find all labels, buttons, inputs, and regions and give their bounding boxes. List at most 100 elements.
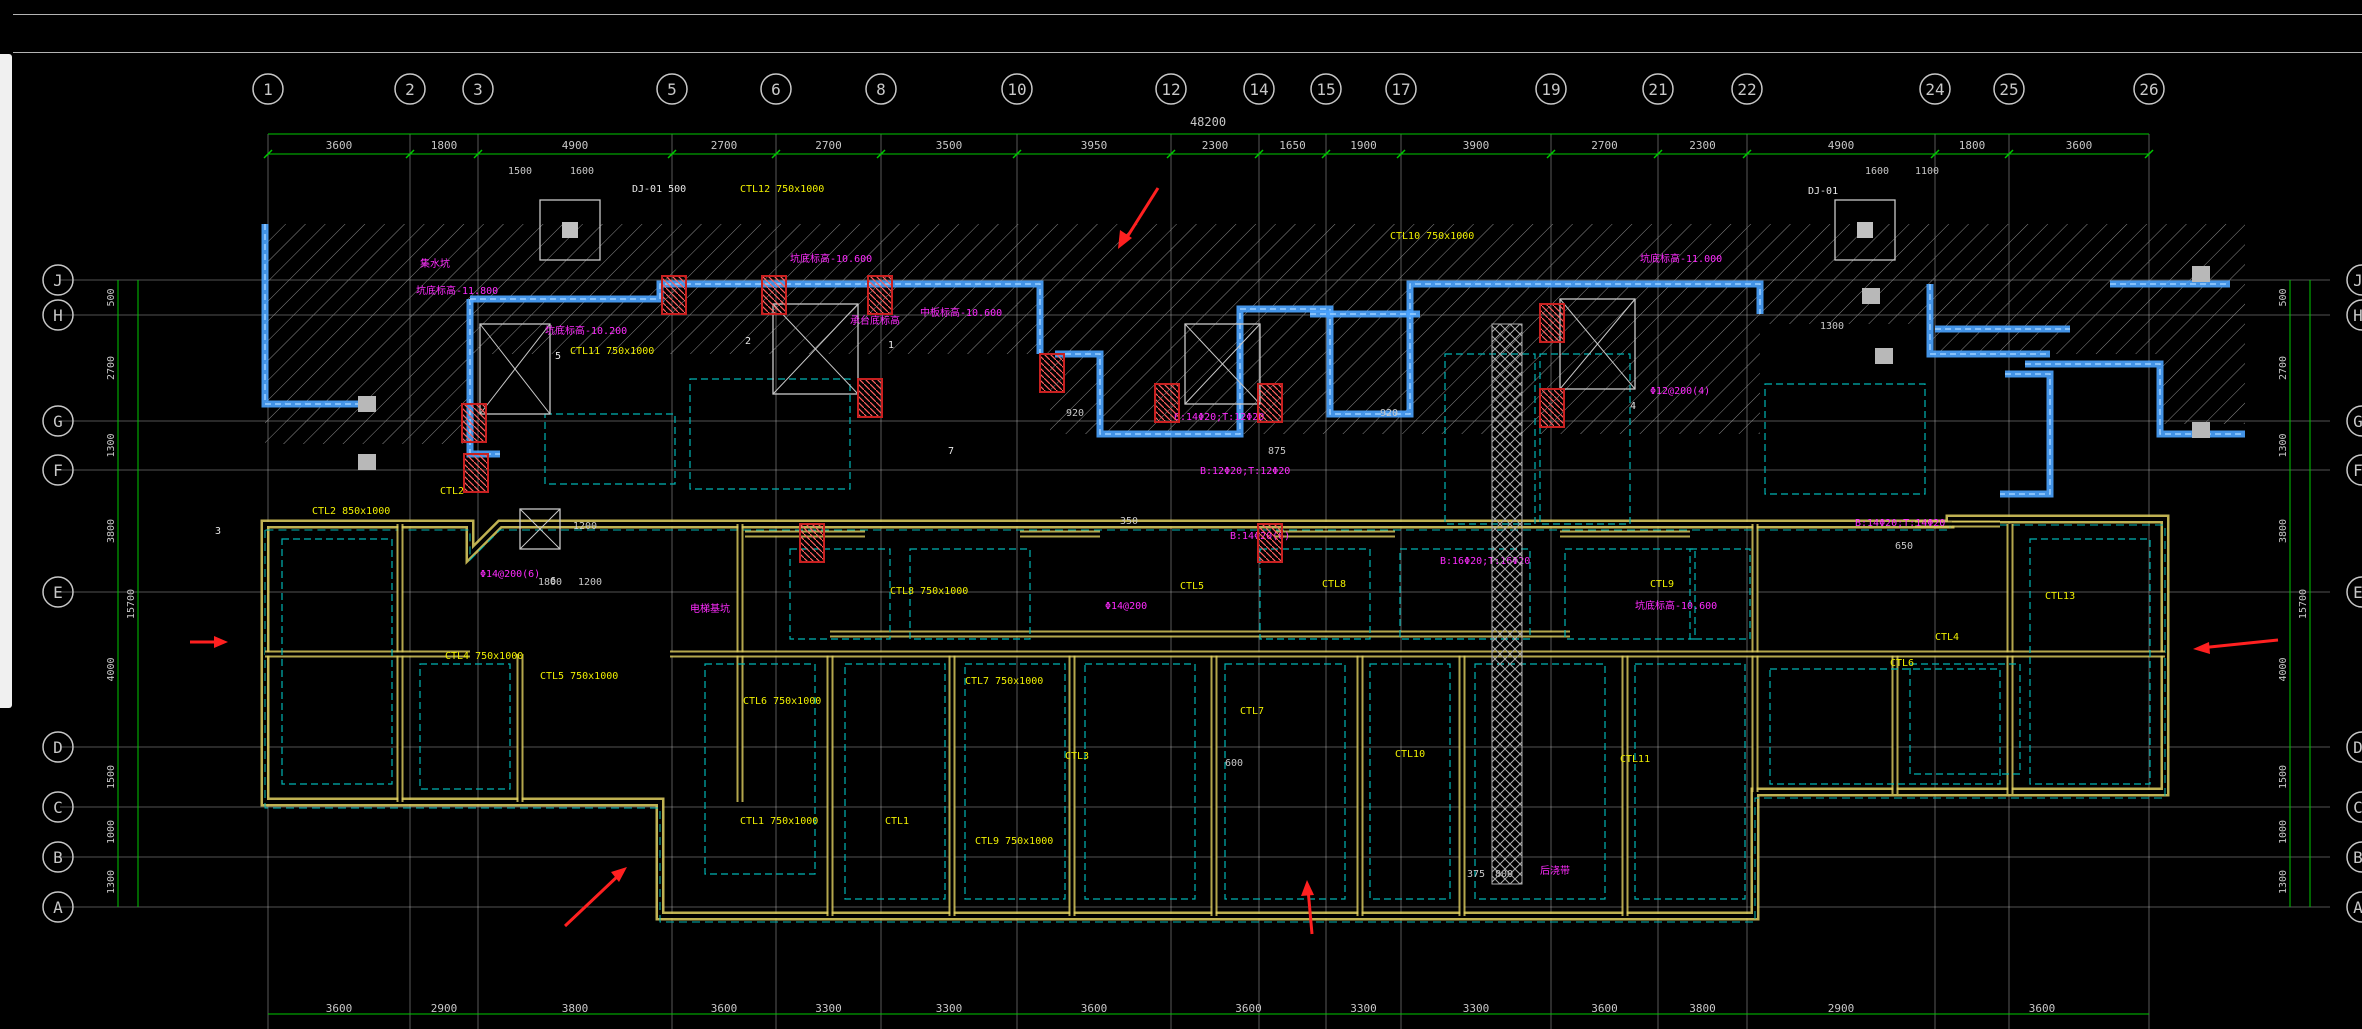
top-spacing: 2300: [1202, 139, 1229, 152]
magenta-label: B:14Φ20;T:14Φ20: [1855, 518, 1945, 529]
grey-block-0: [358, 396, 376, 412]
grey-block-1: [358, 454, 376, 470]
bottom-spacing: 2900: [1828, 1002, 1855, 1015]
axis-label-right: G: [2353, 412, 2362, 431]
white-label: 3: [215, 526, 221, 537]
magenta-label: B:12Φ20;T:12Φ20: [1200, 466, 1290, 477]
red-column-1: [761, 275, 787, 315]
axis-label-top: 24: [1925, 80, 1944, 99]
axis-label-top: 10: [1007, 80, 1026, 99]
beam-label: CTL9: [1650, 579, 1674, 590]
sub-dimension: 1100: [1915, 166, 1939, 177]
magenta-label: 坑底标高-11.000: [1640, 252, 1722, 265]
magenta-label: B:14Φ20;T:12Φ20: [1174, 412, 1264, 423]
bottom-spacing: 3300: [1463, 1002, 1490, 1015]
grey-block-4: [2192, 266, 2210, 282]
red-column-9: [463, 453, 489, 493]
beam-label: CTL10 750x1000: [1390, 231, 1474, 242]
beam-label: CTL2: [440, 486, 464, 497]
beam-label: CTL4 750x1000: [445, 651, 523, 662]
axis-label-top: 6: [771, 80, 781, 99]
pile-cap-1: [419, 663, 511, 790]
beam-label: CTL13: [2045, 591, 2075, 602]
arrow-bottom-head: [1301, 880, 1314, 896]
axis-label-top: 19: [1541, 80, 1560, 99]
axis-label-top: 17: [1391, 80, 1410, 99]
pile-cap-6: [964, 663, 1066, 900]
bottom-spacing: 2900: [431, 1002, 458, 1015]
sub-dimension: 1800: [538, 577, 562, 588]
axis-label-left: A: [53, 898, 63, 917]
post-pour-strip: [1491, 323, 1523, 885]
axis-label-left: J: [53, 271, 63, 290]
axis-label-right: D: [2353, 738, 2362, 757]
pile-cap-12: [1769, 668, 2001, 785]
top-spacing: 3950: [1081, 139, 1108, 152]
sub-dimension: 600: [1225, 758, 1243, 769]
column-pad-core: [562, 222, 578, 238]
arrow-bottom-left: [563, 872, 622, 928]
beam-label: CTL5: [1180, 581, 1204, 592]
right-spacing: 4000: [2278, 657, 2289, 681]
sub-dimension: 1300: [1820, 321, 1844, 332]
white-label: 1: [888, 340, 894, 351]
arrow-right: [2199, 638, 2279, 650]
left-spacing: 1500: [106, 765, 117, 789]
bottom-spacing: 3300: [815, 1002, 842, 1015]
beam-label: CTL4: [1935, 632, 1959, 643]
top-spacing: 2700: [815, 139, 842, 152]
axis-label-left: F: [53, 461, 63, 480]
sub-dimension: 1600: [1865, 166, 1889, 177]
top-spacing: 2700: [711, 139, 738, 152]
white-label: 2: [745, 336, 751, 347]
top-spacing: 4900: [562, 139, 589, 152]
axis-label-top: 14: [1249, 80, 1268, 99]
top-spacing: 2700: [1591, 139, 1618, 152]
sub-dimension: 650: [1895, 541, 1913, 552]
bottom-spacing: 3600: [1591, 1002, 1618, 1015]
red-column-4: [1154, 383, 1180, 423]
beam-label: CTL9 750x1000: [975, 836, 1053, 847]
bottom-spacing: 3600: [326, 1002, 353, 1015]
red-column-8: [461, 403, 487, 443]
arrow-left-head: [214, 636, 228, 648]
sub-dimension: 1200: [578, 577, 602, 588]
axis-label-right: H: [2353, 306, 2362, 325]
pile-cap-5: [844, 663, 946, 900]
white-label: 5: [555, 351, 561, 362]
white-label: DJ-01: [1808, 186, 1838, 197]
grey-block-3: [1875, 348, 1893, 364]
beam-label: CTL3: [1065, 751, 1089, 762]
drawing-canvas[interactable]: 482003600 1800 4900 2700 2700 3500 3950 2300 165…: [0, 54, 2362, 1029]
beam-label: CTL5 750x1000: [540, 671, 618, 682]
beam-label: CTL1 750x1000: [740, 816, 818, 827]
axis-label-top: 15: [1316, 80, 1335, 99]
magenta-label: Φ14@200(6): [480, 569, 540, 580]
magenta-label: 电梯基坑: [690, 602, 730, 615]
beam-label: CTL6: [1890, 658, 1914, 669]
axis-label-top: 21: [1648, 80, 1667, 99]
beam-label: CTL7: [1240, 706, 1264, 717]
beam-label: CTL8: [1322, 579, 1346, 590]
top-spacing: 1650: [1279, 139, 1306, 152]
sub-dimension: 375: [1467, 869, 1485, 880]
sub-dimension: 920: [1066, 408, 1084, 419]
top-spacing: 3500: [936, 139, 963, 152]
beam-label: CTL8 750x1000: [890, 586, 968, 597]
magenta-label: 后浇带: [1540, 864, 1570, 877]
right-spacing: 1000: [2278, 820, 2289, 844]
pile-cap-13: [1909, 663, 2021, 775]
top-spacing: 4900: [1828, 139, 1855, 152]
axis-label-right: C: [2353, 798, 2362, 817]
bottom-spacing: 3600: [2029, 1002, 2056, 1015]
right-spacing: 500: [2278, 288, 2289, 306]
top-toolbar-area: [0, 0, 2362, 54]
right-spacing: 1300: [2278, 870, 2289, 894]
axis-label-right: B: [2353, 848, 2362, 867]
red-column-6: [1539, 303, 1565, 343]
left-total-dim: 15700: [126, 589, 137, 619]
magenta-label: 承台底标高: [850, 314, 900, 327]
white-label: DJ-01 500: [632, 184, 686, 195]
pile-cap-22: [1564, 548, 1696, 640]
top-spacing: 1800: [1959, 139, 1986, 152]
